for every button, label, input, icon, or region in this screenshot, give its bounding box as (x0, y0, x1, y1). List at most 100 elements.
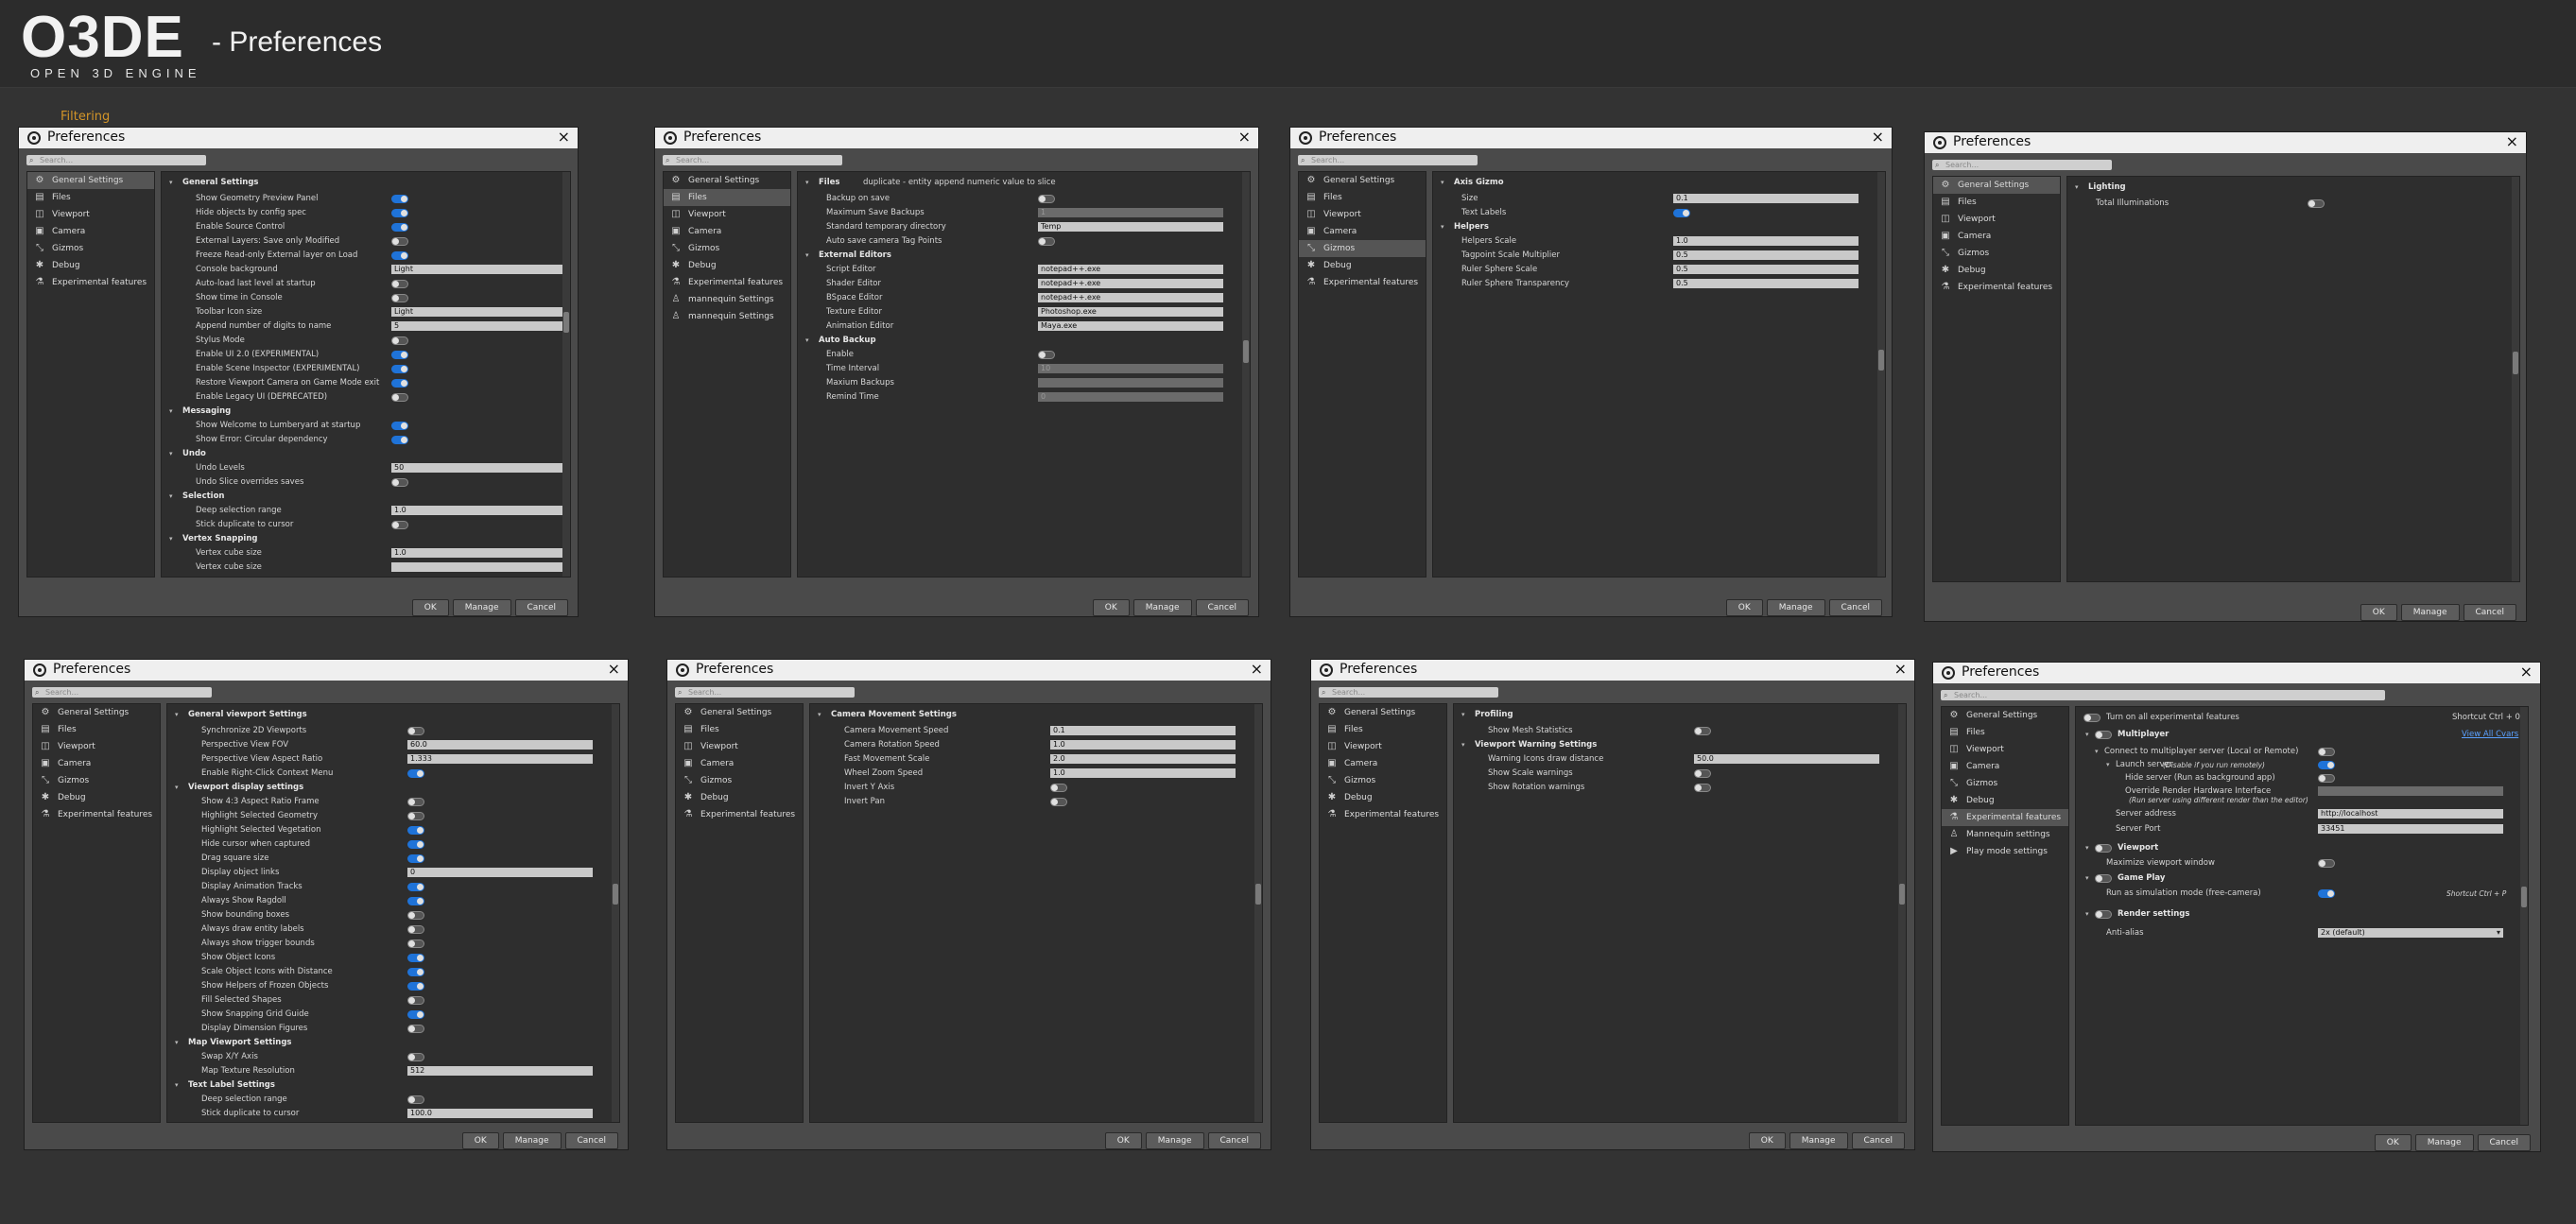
cancel-button[interactable]: Cancel (1851, 1132, 1905, 1149)
scrollbar-thumb[interactable] (1899, 884, 1905, 905)
collapse-arrow-icon[interactable]: ▾ (1441, 220, 1444, 234)
close-icon[interactable]: × (558, 128, 570, 146)
setting-toggle[interactable] (407, 883, 424, 891)
cancel-button[interactable]: Cancel (1207, 1132, 1261, 1149)
nav-item-gizmos[interactable]: ⤡ Gizmos (1320, 772, 1446, 789)
window-titlebar[interactable]: Preferences × (1933, 663, 2540, 683)
setting-toggle[interactable] (407, 826, 424, 835)
ok-button[interactable]: OK (461, 1132, 499, 1149)
anti-alias-dropdown[interactable]: 2x (default) (2318, 928, 2503, 938)
collapse-arrow-icon[interactable]: ▾ (2085, 871, 2089, 886)
manage-button[interactable]: Manage (502, 1132, 562, 1149)
setting-toggle[interactable] (2308, 199, 2325, 208)
window-titlebar[interactable]: Preferences × (655, 128, 1258, 148)
collapse-arrow-icon[interactable]: ▾ (169, 532, 173, 546)
setting-toggle[interactable] (391, 393, 408, 402)
setting-field[interactable]: notepad++.exe (1038, 265, 1223, 274)
collapse-arrow-icon[interactable]: ▾ (169, 176, 173, 190)
nav-item-viewport[interactable]: ◫ Viewport (1299, 206, 1426, 223)
setting-toggle[interactable] (391, 223, 408, 232)
setting-toggle[interactable] (391, 336, 408, 345)
nav-item-general-settings[interactable]: ⚙ General Settings (1320, 704, 1446, 721)
setting-toggle[interactable] (407, 812, 424, 820)
nav-item-gizmos[interactable]: ⤡ Gizmos (1299, 240, 1426, 257)
nav-item-viewport[interactable]: ◫ Viewport (27, 206, 154, 223)
cancel-button[interactable]: Cancel (2463, 604, 2516, 621)
setting-field[interactable]: 0.1 (1050, 726, 1236, 735)
setting-field[interactable]: 0.5 (1673, 265, 1859, 274)
nav-item-debug[interactable]: ✱ Debug (33, 789, 160, 806)
manage-button[interactable]: Manage (1132, 599, 1192, 616)
manage-button[interactable]: Manage (452, 599, 511, 616)
setting-field[interactable]: 10 (1038, 364, 1223, 373)
setting-field[interactable]: 50.0 (1694, 754, 1879, 764)
nav-item-viewport[interactable]: ◫ Viewport (1942, 741, 2068, 758)
close-icon[interactable]: × (1872, 128, 1884, 146)
setting-field[interactable]: 1.333 (407, 754, 593, 764)
close-icon[interactable]: × (1251, 660, 1263, 678)
setting-toggle[interactable] (407, 954, 424, 962)
nav-item-viewport[interactable]: ◫ Viewport (33, 738, 160, 755)
game-play-toggle[interactable] (2095, 874, 2112, 883)
launch-server-toggle[interactable] (2318, 761, 2335, 769)
close-icon[interactable]: × (608, 660, 620, 678)
nav-item-mannequin-settings[interactable]: ♙ mannequin Settings (664, 308, 790, 325)
nav-item-general-settings[interactable]: ⚙ General Settings (676, 704, 803, 721)
setting-toggle[interactable] (1694, 769, 1711, 778)
setting-field[interactable]: 0.1 (1673, 194, 1859, 203)
turn-on-all-toggle[interactable] (2083, 714, 2101, 722)
scrollbar-thumb[interactable] (2513, 352, 2518, 374)
server-port-field[interactable]: 33451 (2318, 824, 2503, 834)
render-settings-toggle[interactable] (2095, 910, 2112, 919)
close-icon[interactable]: × (1894, 660, 1907, 678)
close-icon[interactable]: × (2506, 132, 2518, 150)
nav-item-debug[interactable]: ✱ Debug (1942, 792, 2068, 809)
nav-item-camera[interactable]: ▣ Camera (33, 755, 160, 772)
ok-button[interactable]: OK (1092, 599, 1130, 616)
view-all-cvars-link[interactable]: View All Cvars (2462, 728, 2518, 742)
collapse-arrow-icon[interactable]: ▾ (2075, 181, 2079, 195)
collapse-arrow-icon[interactable]: ▾ (169, 490, 173, 504)
window-titlebar[interactable]: Preferences × (1290, 128, 1892, 148)
setting-field[interactable] (391, 562, 570, 572)
setting-field[interactable]: Maya.exe (1038, 321, 1223, 331)
setting-field[interactable]: 0 (1038, 392, 1223, 402)
viewport-toggle[interactable] (2095, 844, 2112, 853)
collapse-arrow-icon[interactable]: ▾ (2095, 745, 2099, 759)
collapse-arrow-icon[interactable]: ▾ (169, 405, 173, 419)
collapse-arrow-icon[interactable]: ▾ (805, 176, 809, 190)
setting-field[interactable]: Temp (1038, 222, 1223, 232)
setting-toggle[interactable] (407, 769, 424, 778)
ok-button[interactable]: OK (1748, 1132, 1786, 1149)
setting-toggle[interactable] (1038, 237, 1055, 246)
setting-toggle[interactable] (407, 798, 424, 806)
setting-toggle[interactable] (391, 280, 408, 288)
nav-item-mannequin-settings[interactable]: ♙ mannequin Settings (664, 291, 790, 308)
setting-field[interactable]: 1.0 (1050, 740, 1236, 750)
search-input[interactable]: ⌕ Search... (1319, 687, 1498, 698)
nav-item-camera[interactable]: ▣ Camera (1942, 758, 2068, 775)
collapse-arrow-icon[interactable]: ▾ (2085, 907, 2089, 922)
setting-field[interactable]: 1.0 (391, 548, 570, 558)
close-icon[interactable]: × (1238, 128, 1251, 146)
collapse-arrow-icon[interactable]: ▾ (2106, 758, 2110, 772)
vertical-scrollbar[interactable] (1898, 704, 1906, 1122)
collapse-arrow-icon[interactable]: ▾ (1441, 176, 1444, 190)
search-input[interactable]: ⌕ Search... (1932, 160, 2112, 170)
window-titlebar[interactable]: Preferences × (25, 660, 628, 681)
setting-toggle[interactable] (1038, 195, 1055, 203)
setting-field[interactable]: 1 (1038, 208, 1223, 217)
nav-item-general-settings[interactable]: ⚙ General Settings (27, 172, 154, 189)
setting-toggle[interactable] (407, 982, 424, 991)
setting-field[interactable]: Photoshop.exe (1038, 307, 1223, 317)
setting-toggle[interactable] (407, 854, 424, 863)
window-titlebar[interactable]: Preferences × (19, 128, 578, 148)
setting-toggle[interactable] (407, 840, 424, 849)
collapse-arrow-icon[interactable]: ▾ (175, 1078, 179, 1093)
scrollbar-thumb[interactable] (1878, 350, 1884, 371)
vertical-scrollbar[interactable] (562, 172, 570, 577)
cancel-button[interactable]: Cancel (1828, 599, 1882, 616)
setting-toggle[interactable] (391, 478, 408, 487)
close-icon[interactable]: × (2520, 663, 2533, 681)
setting-toggle[interactable] (391, 436, 408, 444)
